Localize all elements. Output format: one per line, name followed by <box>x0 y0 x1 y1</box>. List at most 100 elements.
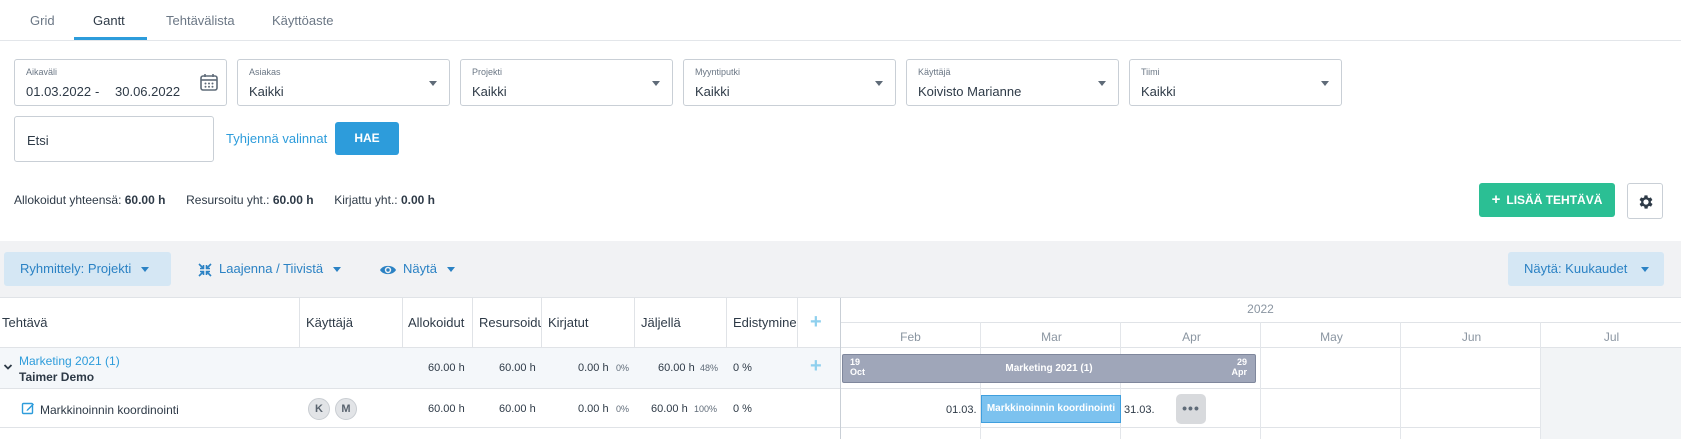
search-placeholder: Etsi <box>27 133 49 148</box>
project-remaining-percent: 48% <box>700 363 719 373</box>
project-resourced: 60.00 h <box>499 362 536 374</box>
caret-down-icon <box>1641 267 1650 273</box>
user-avatar[interactable]: M <box>335 398 357 420</box>
view-scale-dropdown[interactable]: Näytä: Kuukaudet <box>1508 252 1664 286</box>
timeline-month: Feb <box>900 330 921 344</box>
timeline-month: Jul <box>1603 330 1620 344</box>
project-gantt-bar[interactable]: 19 Oct Marketing 2021 (1) 29 Apr <box>842 354 1256 383</box>
column-header-user[interactable]: Käyttäjä <box>306 298 402 348</box>
view-scale-label: Näytä: Kuukaudet <box>1524 261 1628 276</box>
logged-total-value: 0.00 h <box>400 193 435 207</box>
pipeline-value: Kaikki <box>695 84 730 99</box>
gear-icon <box>1639 195 1653 209</box>
date-range-field[interactable]: Aikaväli 01.03.2022 - 30.06.2022 <box>14 59 227 106</box>
expand-collapse-label: Laajenna / Tiivistä <box>219 261 324 276</box>
project-label: Projekti <box>472 67 503 77</box>
pipeline-label: Myyntiputki <box>695 67 741 77</box>
project-remaining: 60.00 h <box>658 362 695 374</box>
team-label: Tiimi <box>1141 67 1160 77</box>
settings-button[interactable] <box>1627 183 1663 219</box>
column-header-resourced[interactable]: Resursoidut <box>479 298 541 348</box>
view-tabs: Grid Gantt Tehtävälista Käyttöaste <box>0 0 1681 41</box>
chevron-down-icon[interactable] <box>3 363 13 371</box>
more-options-button[interactable]: ••• <box>1176 394 1206 424</box>
task-logged: 0.00 h <box>578 403 609 415</box>
project-select[interactable]: Projekti Kaikki <box>460 59 673 106</box>
add-task-label: LISÄÄ TEHTÄVÄ <box>1506 193 1603 207</box>
logged-total-label: Kirjattu yht.: <box>334 193 398 207</box>
show-label: Näytä <box>403 261 437 276</box>
collapse-arrows-icon <box>198 262 212 277</box>
project-client: Taimer Demo <box>19 370 95 384</box>
expand-collapse-dropdown[interactable]: Laajenna / Tiivistä <box>197 252 342 286</box>
column-header-remaining[interactable]: Jäljellä <box>641 298 725 348</box>
pipeline-select[interactable]: Myyntiputki Kaikki <box>683 59 896 106</box>
totals-summary: Allokoidut yhteensä: 60.00 h Resursoitu … <box>14 193 435 207</box>
team-value: Kaikki <box>1141 84 1176 99</box>
team-select[interactable]: Tiimi Kaikki <box>1129 59 1342 106</box>
search-button[interactable]: HAE <box>335 122 399 155</box>
date-start-value[interactable]: 01.03.2022 <box>26 84 91 99</box>
user-label: Käyttäjä <box>918 67 951 77</box>
task-name[interactable]: Markkinoinnin koordinointi <box>40 403 179 417</box>
project-allocated: 60.00 h <box>428 362 465 374</box>
active-tab-indicator <box>74 37 147 40</box>
weekend-shade <box>1541 348 1681 439</box>
caret-down-icon <box>446 267 455 273</box>
allocated-total-label: Allokoidut yhteensä: <box>14 193 122 207</box>
add-task-button[interactable]: + LISÄÄ TEHTÄVÄ <box>1479 183 1615 217</box>
client-label: Asiakas <box>249 67 281 77</box>
task-remaining: 60.00 h <box>651 403 688 415</box>
client-value: Kaikki <box>249 84 284 99</box>
tab-utilization[interactable]: Käyttöaste <box>272 0 333 41</box>
project-logged: 0.00 h <box>578 362 609 374</box>
tab-task-list[interactable]: Tehtävälista <box>166 0 235 41</box>
task-remaining-percent: 100% <box>694 404 718 414</box>
timeline-month: Jun <box>1461 330 1482 344</box>
clear-filters-link[interactable]: Tyhjennä valinnat <box>226 131 327 146</box>
date-separator: - <box>95 84 100 99</box>
timeline-year: 2022 <box>1247 302 1274 316</box>
grouping-dropdown[interactable]: Ryhmittely: Projekti <box>4 252 171 286</box>
task-resourced: 60.00 h <box>499 403 536 415</box>
task-logged-percent: 0% <box>616 404 630 414</box>
chevron-down-icon <box>1098 81 1106 86</box>
show-dropdown[interactable]: Näytä <box>379 252 455 286</box>
column-header-task[interactable]: Tehtävä <box>2 298 292 348</box>
allocated-total-value: 60.00 h <box>124 193 166 207</box>
project-bar-end: 29 Apr <box>1231 357 1248 377</box>
caret-down-icon <box>141 267 150 273</box>
date-range-label: Aikaväli <box>26 67 58 77</box>
task-gantt-bar[interactable]: Markkinoinnin koordinointi <box>981 395 1121 423</box>
grouping-label: Ryhmittely: Projekti <box>20 261 132 276</box>
user-select[interactable]: Käyttäjä Koivisto Marianne <box>906 59 1119 106</box>
column-header-progress[interactable]: Edistyminen <box>733 298 797 348</box>
timeline-month: May <box>1320 330 1343 344</box>
task-bar-start-date: 01.03. <box>946 404 977 416</box>
plus-icon: + <box>1491 191 1501 208</box>
user-value: Koivisto Marianne <box>918 84 1022 99</box>
add-column-plus-icon[interactable]: + <box>810 311 822 334</box>
column-header-allocated[interactable]: Allokoidut <box>408 298 471 348</box>
date-end-value[interactable]: 30.06.2022 <box>115 84 180 99</box>
search-input[interactable]: Etsi <box>14 116 214 162</box>
task-edit-icon <box>21 402 34 415</box>
project-value: Kaikki <box>472 84 507 99</box>
chevron-down-icon <box>652 81 660 86</box>
column-header-logged[interactable]: Kirjatut <box>548 298 634 348</box>
task-progress: 0 % <box>733 403 752 415</box>
project-name-link[interactable]: Marketing 2021 (1) <box>19 354 120 368</box>
resourced-total-value: 60.00 h <box>272 193 314 207</box>
eye-icon <box>380 265 396 274</box>
chevron-down-icon <box>875 81 883 86</box>
user-avatar[interactable]: K <box>308 398 330 420</box>
timeline-month: Apr <box>1182 330 1201 344</box>
add-task-plus-icon[interactable]: + <box>810 355 822 378</box>
tab-gantt[interactable]: Gantt <box>93 0 125 41</box>
resourced-total-label: Resursoitu yht.: <box>186 193 270 207</box>
task-bar-end-date: 31.03. <box>1124 404 1155 416</box>
calendar-icon[interactable] <box>199 72 219 92</box>
tab-grid[interactable]: Grid <box>30 0 55 41</box>
client-select[interactable]: Asiakas Kaikki <box>237 59 450 106</box>
project-logged-percent: 0% <box>616 363 630 373</box>
